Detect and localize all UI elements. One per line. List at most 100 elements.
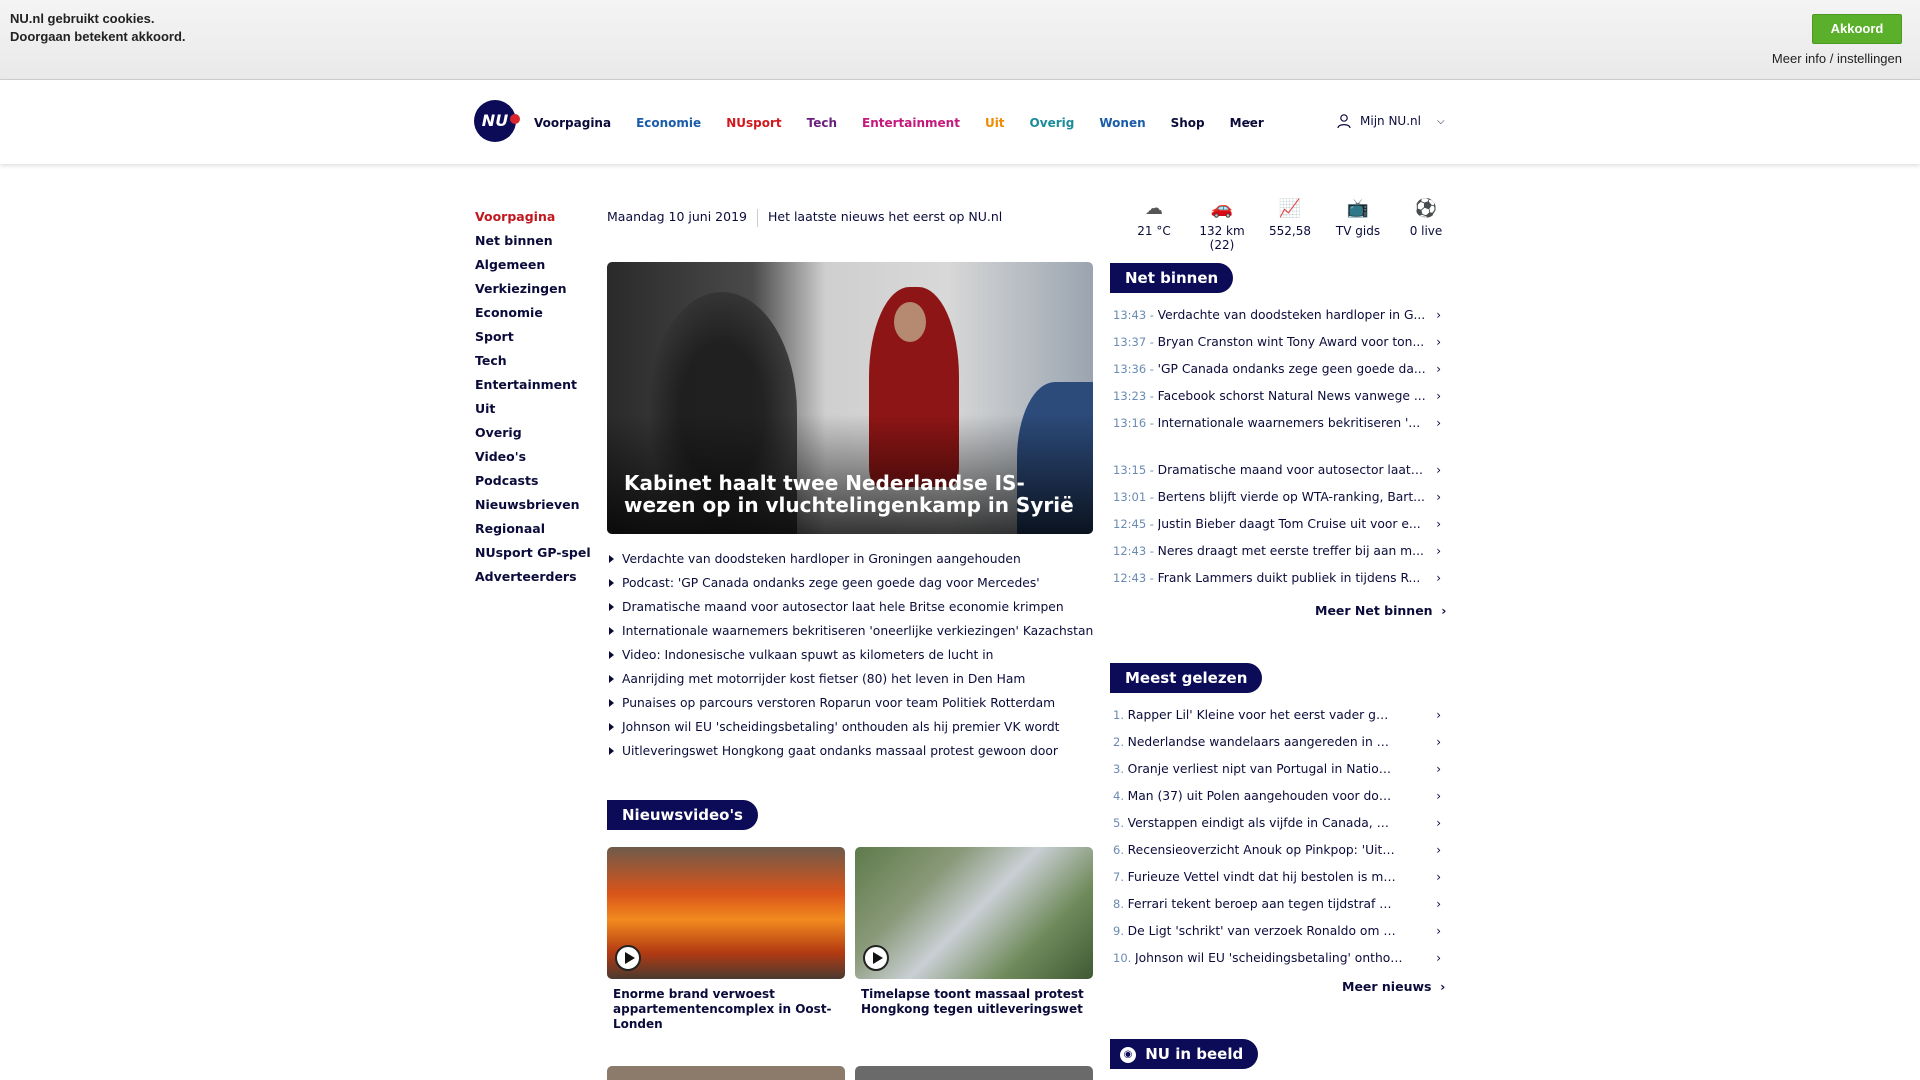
headline-link[interactable]: Aanrijding met motorrijder kost fietser …	[607, 670, 1093, 694]
list-item[interactable]: 7. Furieuze Vettel vindt dat hij bestole…	[1113, 868, 1443, 895]
video-thumbnail[interactable]	[855, 1066, 1093, 1080]
headline-link[interactable]: Uitleveringswet Hongkong gaat ondanks ma…	[607, 742, 1093, 766]
nav-item-shop[interactable]: Shop	[1171, 116, 1205, 130]
sidebar-item-adverteerders[interactable]: Adverteerders	[475, 568, 591, 592]
sidebar-item-nusport-gp-spel[interactable]: NUsport GP-spel	[475, 544, 591, 568]
timestamp: 12:43	[1113, 571, 1147, 585]
stocks-icon: 📈	[1278, 198, 1302, 219]
headline-link[interactable]: Dramatische maand voor autosector laat h…	[607, 598, 1093, 622]
video-caption[interactable]: Enorme brand verwoest appartementencompl…	[613, 987, 845, 1032]
sidebar-item-voorpagina[interactable]: Voorpagina	[475, 208, 591, 232]
list-item[interactable]: 12:45 - Justin Bieber daagt Tom Cruise u…	[1113, 515, 1443, 542]
nav-item-uit[interactable]: Uit	[985, 116, 1005, 130]
list-item-title: Recensieoverzicht Anouk op Pinkpop: 'Uit…	[1127, 843, 1396, 857]
hero-title[interactable]: Kabinet haalt twee Nederlandse IS-wezen …	[624, 472, 1084, 516]
list-item[interactable]: 4. Man (37) uit Polen aangehouden voor d…	[1113, 787, 1443, 814]
list-item[interactable]: 9. De Ligt 'schrikt' van verzoek Ronaldo…	[1113, 922, 1443, 949]
list-item[interactable]: 13:43 - Verdachte van doodsteken hardlop…	[1113, 306, 1443, 333]
info-strip-item[interactable]: ☁ 21 °C	[1120, 198, 1188, 252]
list-item[interactable]: 2. Nederlandse wandelaars aangereden in …	[1113, 733, 1443, 760]
video-thumbnail[interactable]	[855, 847, 1093, 979]
list-item[interactable]: 13:01 - Bertens blijft vierde op WTA-ran…	[1113, 488, 1443, 515]
cookie-accept-button[interactable]: Akkoord	[1812, 14, 1902, 44]
cookie-more-info-link[interactable]: Meer info / instellingen	[1772, 51, 1902, 66]
nav-item-overig[interactable]: Overig	[1030, 116, 1075, 130]
headline-link[interactable]: Podcast: 'GP Canada ondanks zege geen go…	[607, 574, 1093, 598]
nu-logo[interactable]: NU	[474, 100, 520, 142]
current-date: Maandag 10 juni 2019	[607, 209, 747, 224]
list-item-title: Bertens blijft vierde op WTA-ranking, Ba…	[1157, 490, 1425, 504]
sidebar-item-overig[interactable]: Overig	[475, 424, 591, 448]
rank-number: 10.	[1113, 951, 1132, 965]
list-item[interactable]: 10. Johnson wil EU 'scheidingsbetaling' …	[1113, 949, 1443, 976]
timestamp: 13:43	[1113, 308, 1147, 322]
info-strip-label: 21 °C	[1137, 224, 1171, 238]
headline-link[interactable]: Video: Indonesische vulkaan spuwt as kil…	[607, 646, 1093, 670]
chevron-right-icon: ›	[1436, 308, 1441, 322]
rank-number: 2.	[1113, 735, 1124, 749]
list-item[interactable]: 13:36 - 'GP Canada ondanks zege geen goe…	[1113, 360, 1443, 387]
list-item[interactable]: 12:43 - Frank Lammers duikt publiek in t…	[1113, 569, 1443, 596]
list-item[interactable]: 12:43 - Neres draagt met eerste treffer …	[1113, 542, 1443, 569]
nav-item-wonen[interactable]: Wonen	[1099, 116, 1145, 130]
sidebar-item-entertainment[interactable]: Entertainment	[475, 376, 591, 400]
list-item[interactable]: 13:15 - Dramatische maand voor autosecto…	[1113, 461, 1443, 488]
sidebar-item-podcasts[interactable]: Podcasts	[475, 472, 591, 496]
rank-number: 8.	[1113, 897, 1124, 911]
sidebar-item-economie[interactable]: Economie	[475, 304, 591, 328]
cookie-message: NU.nl gebruikt cookies. Doorgaan beteken…	[10, 10, 186, 46]
video-thumbnail[interactable]	[607, 1066, 845, 1080]
hero-article[interactable]: Kabinet haalt twee Nederlandse IS-wezen …	[607, 262, 1093, 534]
sidebar-item-video-s[interactable]: Video's	[475, 448, 591, 472]
info-strip-item[interactable]: ⚽ 0 live	[1392, 198, 1460, 252]
separator: -	[1146, 517, 1158, 531]
separator: -	[1146, 362, 1158, 376]
meer-net-binnen-link[interactable]: Meer Net binnen ›	[1315, 603, 1446, 618]
nav-item-entertainment[interactable]: Entertainment	[862, 116, 960, 130]
chevron-right-icon: ›	[1436, 603, 1447, 618]
list-item[interactable]: 13:16 - Internationale waarnemers bekrit…	[1113, 414, 1443, 441]
info-strip-item[interactable]: 🚗 132 km (22)	[1188, 198, 1256, 252]
list-item[interactable]: 8. Ferrari tekent beroep aan tegen tijds…	[1113, 895, 1443, 922]
chevron-right-icon: ›	[1435, 979, 1446, 994]
sidebar-item-regionaal[interactable]: Regionaal	[475, 520, 591, 544]
logo-dot	[510, 114, 520, 124]
play-icon[interactable]	[863, 945, 889, 971]
list-item[interactable]: 5. Verstappen eindigt als vijfde in Cana…	[1113, 814, 1443, 841]
meer-nieuws-link[interactable]: Meer nieuws ›	[1342, 979, 1445, 994]
list-item[interactable]: 6. Recensieoverzicht Anouk op Pinkpop: '…	[1113, 841, 1443, 868]
headline-link[interactable]: Johnson wil EU 'scheidingsbetaling' onth…	[607, 718, 1093, 742]
account-menu[interactable]: Mijn NU.nl ⌵	[1336, 113, 1445, 129]
headline-link[interactable]: Punaises op parcours verstoren Roparun v…	[607, 694, 1093, 718]
sidebar-item-verkiezingen[interactable]: Verkiezingen	[475, 280, 591, 304]
list-item-title: De Ligt 'schrikt' van verzoek Ronaldo om…	[1127, 924, 1396, 938]
list-item-title: 'GP Canada ondanks zege geen goede da...	[1157, 362, 1426, 376]
sidebar-item-uit[interactable]: Uit	[475, 400, 591, 424]
nav-item-economie[interactable]: Economie	[636, 116, 701, 130]
sidebar-item-nieuwsbrieven[interactable]: Nieuwsbrieven	[475, 496, 591, 520]
nav-item-nusport[interactable]: NUsport	[726, 116, 781, 130]
headline-link[interactable]: Verdachte van doodsteken hardloper in Gr…	[607, 550, 1093, 574]
nav-item-voorpagina[interactable]: Voorpagina	[534, 116, 611, 130]
timestamp: 13:36	[1113, 362, 1147, 376]
video-caption[interactable]: Timelapse toont massaal protest Hongkong…	[861, 987, 1093, 1017]
sidebar-item-sport[interactable]: Sport	[475, 328, 591, 352]
info-strip-item[interactable]: 📺 TV gids	[1324, 198, 1392, 252]
sidebar-item-tech[interactable]: Tech	[475, 352, 591, 376]
video-thumbnail[interactable]	[607, 847, 845, 979]
play-icon[interactable]	[615, 945, 641, 971]
separator: -	[1146, 463, 1158, 477]
list-item[interactable]: 3. Oranje verliest nipt van Portugal in …	[1113, 760, 1443, 787]
chevron-right-icon: ›	[1436, 789, 1441, 803]
sidebar-item-net-binnen[interactable]: Net binnen	[475, 232, 591, 256]
list-item[interactable]: 13:37 - Bryan Cranston wint Tony Award v…	[1113, 333, 1443, 360]
sidebar-item-algemeen[interactable]: Algemeen	[475, 256, 591, 280]
section-heading-videos: Nieuwsvideo's	[607, 800, 758, 830]
list-item[interactable]: 13:23 - Facebook schorst Natural News va…	[1113, 387, 1443, 414]
headline-link[interactable]: Internationale waarnemers bekritiseren '…	[607, 622, 1093, 646]
list-item[interactable]: 1. Rapper Lil' Kleine voor het eerst vad…	[1113, 706, 1443, 733]
dateline: Maandag 10 juni 2019 Het laatste nieuws …	[607, 209, 1002, 227]
info-strip-item[interactable]: 📈 552,58	[1256, 198, 1324, 252]
nav-item-tech[interactable]: Tech	[807, 116, 837, 130]
sidebar: Voorpagina Net binnen Algemeen Verkiezingen…	[475, 208, 591, 592]
